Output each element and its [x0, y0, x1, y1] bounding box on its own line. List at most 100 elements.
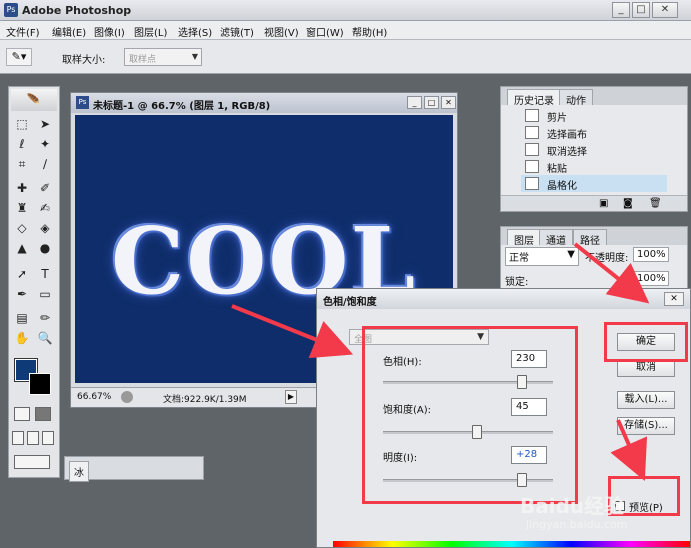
fill-input[interactable]: 100% [633, 271, 669, 286]
blur-tool-icon[interactable]: ▲ [12, 239, 32, 257]
chevron-down-icon: ▼ [567, 249, 575, 260]
document-title: 未标题-1 @ 66.7% (图层 1, RGB/8) [93, 101, 271, 112]
notes-tool-icon[interactable]: ▤ [12, 309, 32, 327]
menu-image[interactable]: 图像(I) [94, 24, 125, 39]
annotation-box-sliders [362, 326, 578, 504]
zoom-tool-icon[interactable]: 🔍 [35, 329, 55, 347]
eyedropper-preset-icon[interactable]: ✎▾ [6, 48, 32, 66]
options-bar: ✎▾ 取样大小: 取样点 ▼ [0, 40, 691, 74]
dialog-close-button[interactable]: ✕ [664, 292, 684, 306]
opacity-label: 不透明度: [585, 253, 629, 264]
history-panel: 历史记录 动作 剪片 选择画布 取消选择 粘贴 晶格化 ▣ ◙ 🗑 [500, 86, 688, 212]
app-title: Adobe Photoshop [22, 4, 132, 17]
opacity-input[interactable]: 100% [633, 247, 669, 262]
menu-edit[interactable]: 编辑(E) [52, 24, 86, 39]
menu-layer[interactable]: 图层(L) [134, 24, 167, 39]
chevron-down-icon: ▼ [191, 52, 198, 61]
feather-logo-icon: 🪶 [11, 89, 57, 111]
brush-tool-icon[interactable]: ✐ [35, 179, 55, 197]
dodge-tool-icon[interactable]: ● [35, 239, 55, 257]
doc-maximize-button[interactable]: □ [424, 96, 439, 109]
baidu-watermark-url: jingyan.baidu.com [526, 518, 628, 531]
history-item-label: 选择画布 [547, 130, 587, 141]
screen-mode-menu-icon[interactable] [27, 431, 39, 445]
document-icon: Ps [76, 96, 89, 109]
menu-select[interactable]: 选择(S) [178, 24, 212, 39]
sample-size-label: 取样大小: [62, 55, 106, 66]
trash-icon[interactable]: 🗑 [649, 198, 662, 209]
history-state-icon [525, 177, 539, 190]
history-item-label: 取消选择 [547, 147, 587, 158]
crop-tool-icon[interactable]: ⌗ [12, 155, 32, 173]
doc-minimize-button[interactable]: _ [407, 96, 422, 109]
tab-paths[interactable]: 路径 [573, 229, 607, 247]
dialog-title-bar: 色相/饱和度 ✕ [317, 289, 690, 309]
maximize-button[interactable]: □ [632, 2, 650, 18]
move-tool-icon[interactable]: ➤ [35, 115, 55, 133]
history-item-label: 粘贴 [547, 164, 567, 175]
hand-tool-icon[interactable]: ✋ [12, 329, 32, 347]
save-button[interactable]: 存储(S)... [617, 417, 675, 435]
history-brush-tool-icon[interactable]: ✍ [35, 199, 55, 217]
mini-panel-tab[interactable]: 冰 [69, 461, 89, 482]
magic-wand-tool-icon[interactable]: ✦ [35, 135, 55, 153]
doc-close-button[interactable]: ✕ [441, 96, 456, 109]
tab-history[interactable]: 历史记录 [507, 89, 561, 107]
blend-mode-select[interactable]: 正常 ▼ [505, 247, 579, 266]
new-snapshot-icon[interactable]: ◙ [623, 198, 633, 209]
history-item-selected[interactable]: 晶格化 [521, 175, 667, 192]
screen-mode-standard-icon[interactable] [12, 431, 24, 445]
menu-view[interactable]: 视图(V) [264, 24, 299, 39]
menu-help[interactable]: 帮助(H) [352, 24, 387, 39]
minimize-button[interactable]: _ [612, 2, 630, 18]
history-item[interactable]: 剪片 [521, 107, 667, 124]
type-tool-icon[interactable]: T [35, 265, 55, 283]
lasso-tool-icon[interactable]: ℓ [12, 135, 32, 153]
history-tab-row: 历史记录 动作 [501, 87, 687, 107]
quick-mask-mode-icon[interactable] [35, 407, 51, 421]
close-button[interactable]: ✕ [652, 2, 678, 18]
tab-layers[interactable]: 图层 [507, 229, 541, 247]
layers-tab-row: 图层 通道 路径 [501, 227, 687, 247]
background-color-swatch[interactable] [29, 373, 51, 395]
pen-tool-icon[interactable]: ✒ [12, 285, 32, 303]
tab-channels[interactable]: 通道 [539, 229, 573, 247]
slice-tool-icon[interactable]: ∕ [35, 155, 55, 173]
baidu-watermark: Baidu经验 [520, 494, 625, 518]
sample-size-value: 取样点 [129, 55, 157, 65]
paint-bucket-tool-icon[interactable]: ◈ [35, 219, 55, 237]
status-menu-arrow-icon[interactable]: ▶ [285, 390, 297, 404]
history-item[interactable]: 粘贴 [521, 158, 667, 175]
eyedropper-tool-icon[interactable]: ✏ [35, 309, 55, 327]
tool-palette: 🪶 ⬚ ➤ ℓ ✦ ⌗ ∕ ✚ ✐ ♜ ✍ ◇ ◈ ▲ ● ➚ T ✒ ▭ ▤ … [8, 86, 60, 478]
sample-size-select[interactable]: 取样点 ▼ [124, 48, 202, 66]
healing-brush-tool-icon[interactable]: ✚ [12, 179, 32, 197]
zoom-level[interactable]: 66.67% [77, 392, 111, 402]
standard-mode-icon[interactable] [14, 407, 30, 421]
lock-label: 锁定: [505, 277, 529, 288]
layers-panel: 图层 通道 路径 正常 ▼ 不透明度: 100% 锁定: 100% [500, 226, 688, 290]
load-button[interactable]: 载入(L)... [617, 391, 675, 409]
jump-to-imageready-icon[interactable] [14, 455, 50, 469]
eraser-tool-icon[interactable]: ◇ [12, 219, 32, 237]
screen-mode-full-icon[interactable] [42, 431, 54, 445]
new-document-icon[interactable]: ▣ [599, 198, 608, 209]
history-item[interactable]: 取消选择 [521, 141, 667, 158]
history-item[interactable]: 选择画布 [521, 124, 667, 141]
history-item-label: 晶格化 [547, 181, 577, 192]
menu-filter[interactable]: 滤镜(T) [220, 24, 254, 39]
tab-actions[interactable]: 动作 [559, 89, 593, 107]
history-state-icon [525, 143, 539, 156]
history-state-icon [525, 160, 539, 173]
shape-tool-icon[interactable]: ▭ [35, 285, 55, 303]
document-size: 文档:922.9K/1.39M [163, 395, 247, 405]
marquee-tool-icon[interactable]: ⬚ [12, 115, 32, 133]
path-selection-tool-icon[interactable]: ➚ [12, 265, 32, 283]
history-state-icon [525, 126, 539, 139]
history-state-icon [525, 109, 539, 122]
menu-window[interactable]: 窗口(W) [306, 24, 344, 39]
menu-file[interactable]: 文件(F) [6, 24, 40, 39]
history-item-label: 剪片 [547, 113, 567, 124]
title-bar: Ps Adobe Photoshop _ □ ✕ [0, 0, 691, 21]
clone-stamp-tool-icon[interactable]: ♜ [12, 199, 32, 217]
